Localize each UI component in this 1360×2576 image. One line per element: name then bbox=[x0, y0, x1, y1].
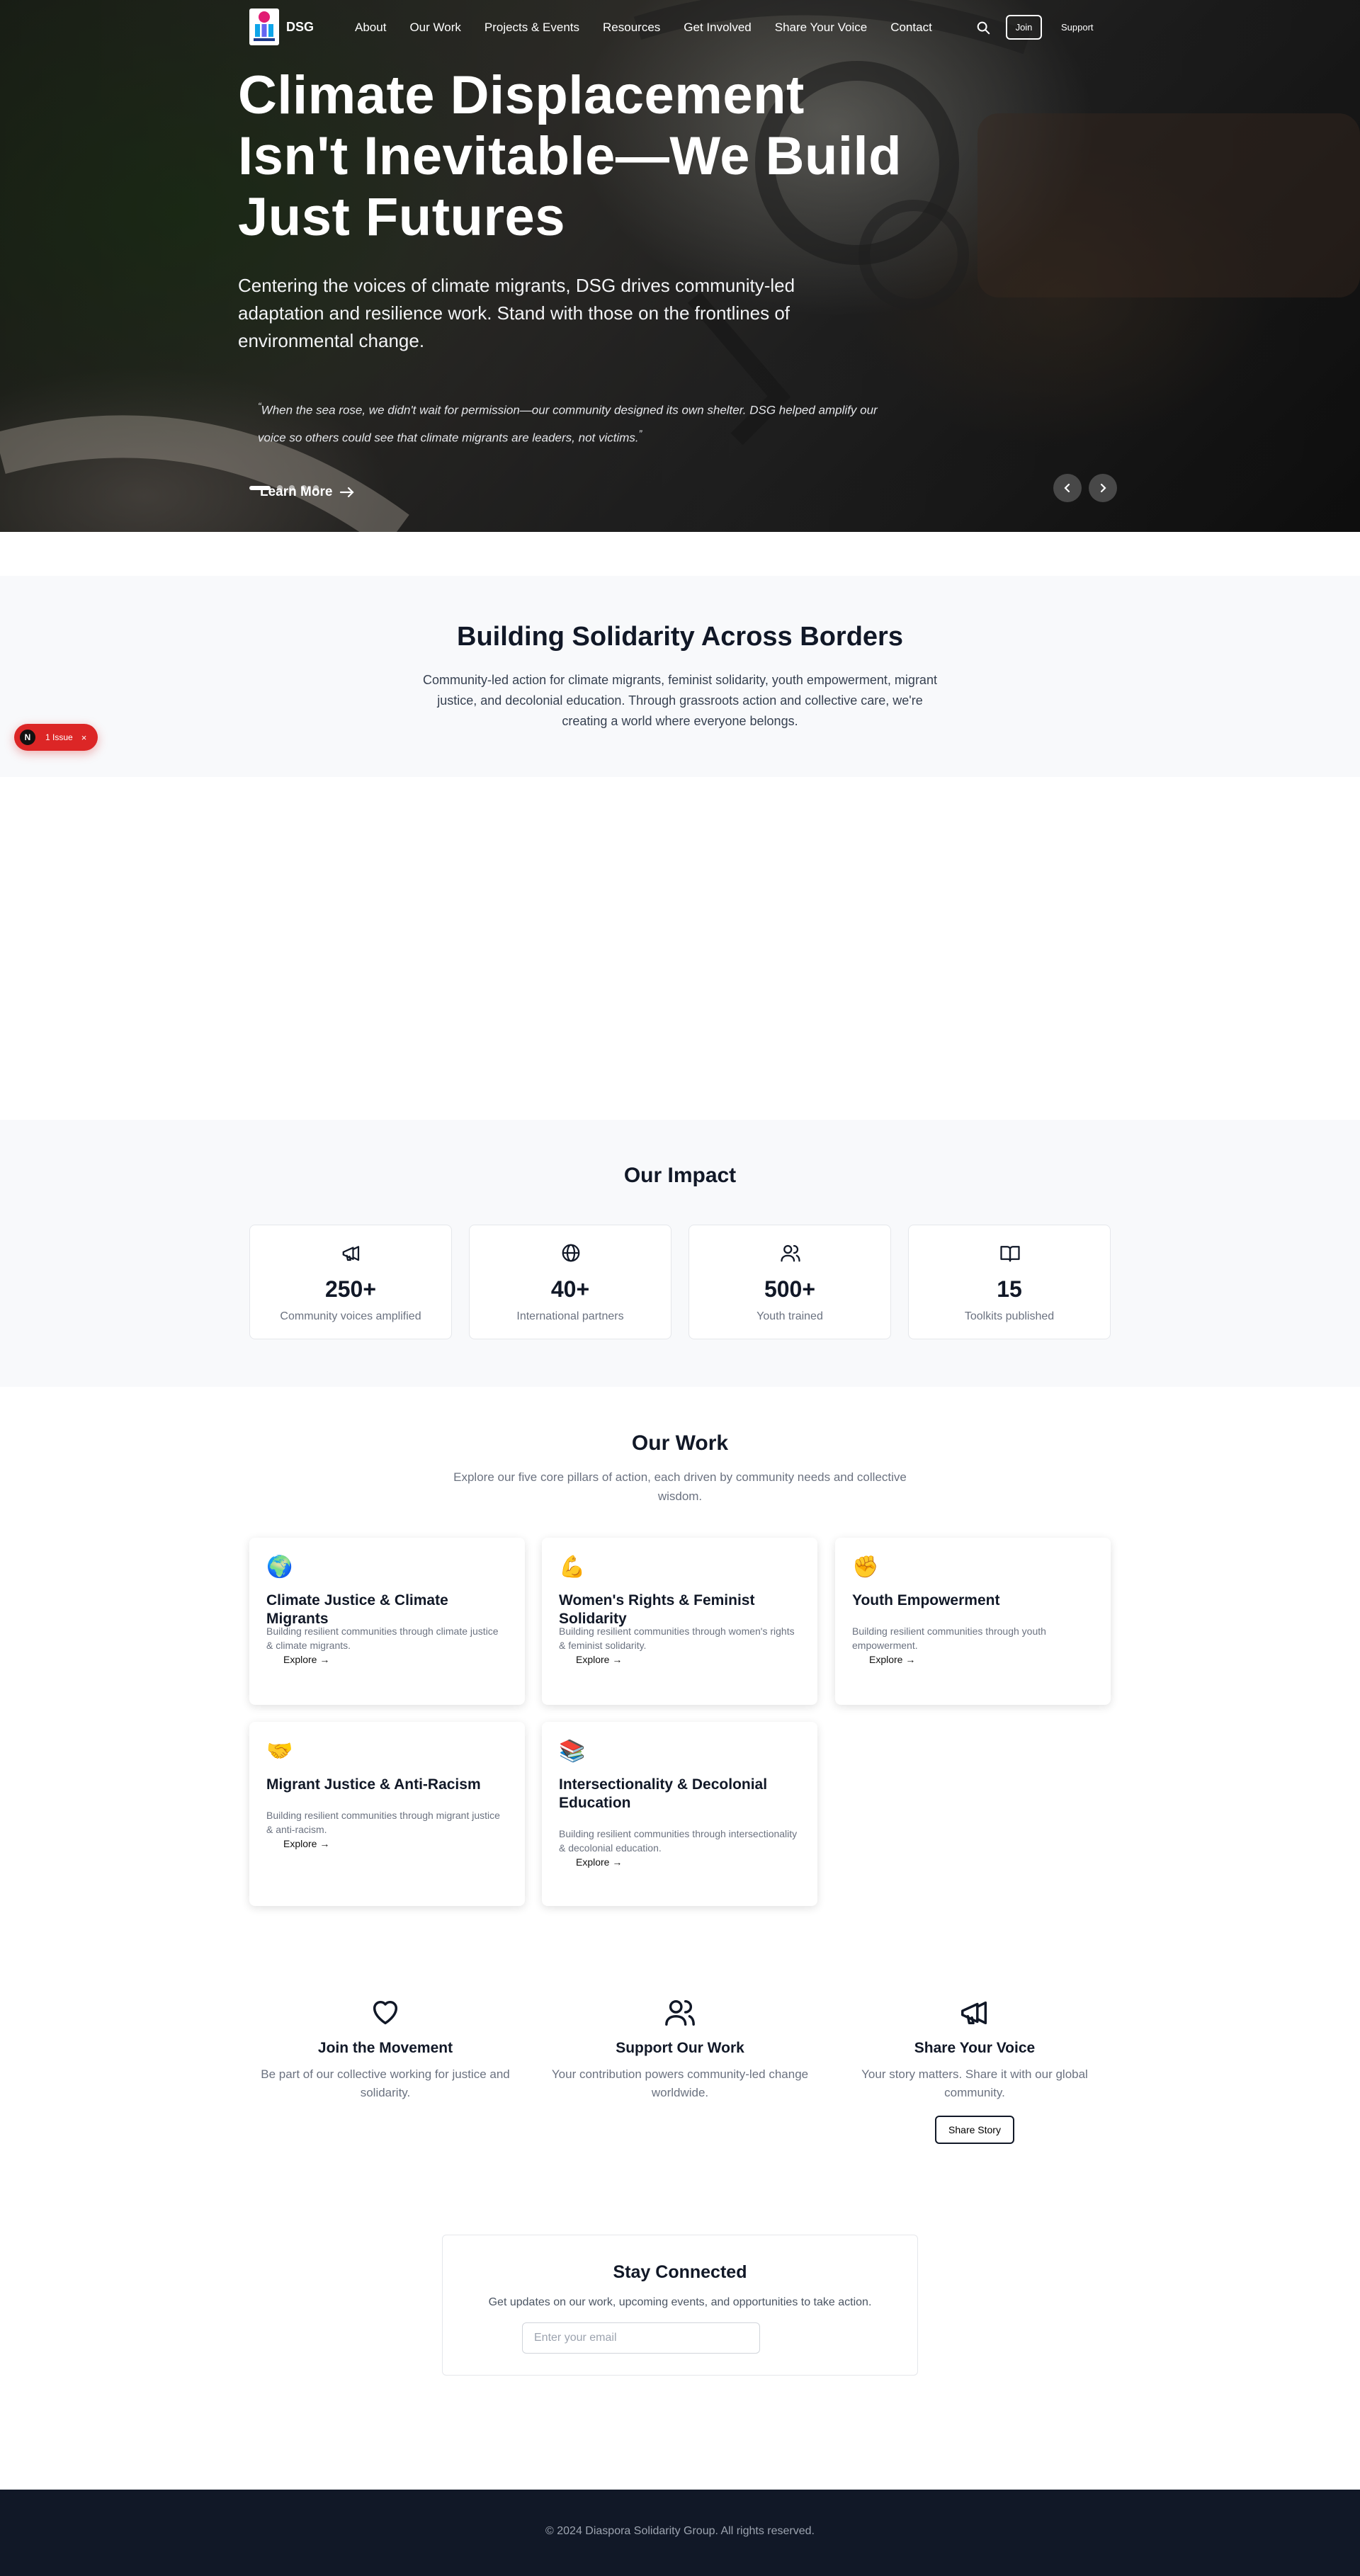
newsletter-section: Stay Connected Get updates on our work, … bbox=[442, 2235, 918, 2376]
hero-section: DSG About Our Work Projects & Events Res… bbox=[0, 0, 1360, 532]
cta-text: Your contribution powers community-led c… bbox=[551, 2067, 809, 2099]
solidarity-title: Building Solidarity Across Borders bbox=[457, 622, 903, 652]
carousel-prev-button[interactable] bbox=[1053, 474, 1082, 502]
solidarity-section: Building Solidarity Across Borders Commu… bbox=[0, 576, 1360, 777]
stat-label: Toolkits published bbox=[964, 1310, 1055, 1322]
cta-join-movement: Join the Movement Be part of our collect… bbox=[252, 1996, 518, 2102]
cta-text: Your story matters. Share it with our gl… bbox=[861, 2067, 1088, 2099]
newsletter-text: Get updates on our work, upcoming events… bbox=[488, 2296, 872, 2308]
nav-link-about[interactable]: About bbox=[355, 21, 386, 35]
arrow-right-icon bbox=[340, 487, 354, 498]
work-card-desc: Building resilient communities through i… bbox=[559, 1828, 798, 1854]
hero-subtitle: Centering the voices of climate migrants… bbox=[238, 275, 795, 351]
work-card-climate-justice[interactable]: 🌍 Climate Justice & Climate Migrants Bui… bbox=[249, 1538, 525, 1705]
nav-link-our-work[interactable]: Our Work bbox=[409, 21, 460, 35]
work-title: Our Work bbox=[631, 1431, 729, 1455]
work-card-title: Climate Justice & Climate Migrants bbox=[266, 1592, 448, 1627]
handshake-emoji-icon: 🤝 bbox=[266, 1740, 293, 1763]
impact-title: Our Impact bbox=[623, 1164, 737, 1187]
users-icon bbox=[665, 1999, 695, 2026]
stat-card: 15 Toolkits published bbox=[908, 1225, 1111, 1339]
stat-label: Youth trained bbox=[756, 1310, 823, 1322]
cta-text: Be part of our collective working for ju… bbox=[261, 2067, 510, 2099]
stat-value: 250+ bbox=[324, 1276, 377, 1302]
hero-quote-text: When the sea rose, we didn't wait for pe… bbox=[258, 403, 878, 445]
work-card-title: Women's Rights & Feminist Solidarity bbox=[559, 1592, 755, 1627]
search-icon[interactable] bbox=[975, 20, 991, 35]
share-story-button[interactable]: Share Story bbox=[935, 2116, 1014, 2144]
cta-title: Support Our Work bbox=[616, 2040, 744, 2056]
chevron-left-icon bbox=[1064, 483, 1070, 493]
explore-link[interactable]: Explore → bbox=[283, 1838, 329, 1849]
impact-section: Our Impact 250+ Community voices amplifi… bbox=[0, 1120, 1360, 1387]
hero-title: Climate Displacement Isn't Inevitable—We… bbox=[238, 65, 902, 247]
support-button[interactable]: Support bbox=[1053, 15, 1102, 40]
nav-link-projects-events[interactable]: Projects & Events bbox=[484, 21, 579, 35]
book-open-icon bbox=[1000, 1246, 1020, 1262]
learn-more-link[interactable]: Learn More bbox=[260, 484, 355, 500]
work-subtitle: Explore our five core pillars of action,… bbox=[453, 1470, 907, 1503]
work-card-title: Youth Empowerment bbox=[852, 1592, 1000, 1608]
logo-emblem bbox=[249, 8, 279, 45]
stat-label: International partners bbox=[516, 1310, 624, 1322]
work-card-desc: Building resilient communities through w… bbox=[559, 1625, 795, 1651]
issue-badge[interactable]: N 1 Issue × bbox=[14, 724, 98, 751]
solidarity-text: Community-led action for climate migrant… bbox=[423, 673, 937, 728]
globe-emoji-icon: 🌍 bbox=[266, 1555, 293, 1579]
brand-logo[interactable]: DSG bbox=[249, 8, 314, 45]
close-quote-mark: ” bbox=[638, 427, 642, 439]
globe-icon bbox=[562, 1244, 580, 1262]
email-input[interactable] bbox=[522, 2322, 760, 2354]
copyright-text: © 2024 Diaspora Solidarity Group. All ri… bbox=[545, 2525, 815, 2537]
nav-link-get-involved[interactable]: Get Involved bbox=[684, 21, 751, 35]
issue-count-label: 1 Issue bbox=[45, 732, 73, 742]
users-icon bbox=[781, 1244, 800, 1262]
work-card-desc: Building resilient communities through c… bbox=[266, 1625, 499, 1651]
heart-icon bbox=[373, 2000, 398, 2025]
cta-share-voice: Share Your Voice Your story matters. Sha… bbox=[842, 1996, 1108, 2102]
explore-link[interactable]: Explore → bbox=[576, 1654, 622, 1665]
newsletter-title: Stay Connected bbox=[613, 2262, 747, 2282]
issue-avatar: N bbox=[18, 728, 37, 747]
stat-value: 40+ bbox=[550, 1276, 590, 1302]
work-card-decolonial-education[interactable]: 📚 Intersectionality & Decolonial Educati… bbox=[542, 1722, 817, 1906]
nav-link-contact[interactable]: Contact bbox=[890, 21, 932, 35]
top-navigation: DSG About Our Work Projects & Events Res… bbox=[0, 0, 1360, 57]
cta-title: Join the Movement bbox=[317, 2040, 453, 2056]
work-card-title: Intersectionality & Decolonial Education bbox=[559, 1776, 768, 1811]
brand-name: DSG bbox=[286, 19, 314, 34]
learn-more-label: Learn More bbox=[260, 484, 333, 499]
stat-value: 500+ bbox=[764, 1276, 816, 1302]
books-emoji-icon: 📚 bbox=[559, 1740, 586, 1763]
footer: © 2024 Diaspora Solidarity Group. All ri… bbox=[0, 2490, 1360, 2576]
cta-title: Share Your Voice bbox=[914, 2040, 1036, 2056]
stat-card: 40+ International partners bbox=[469, 1225, 672, 1339]
work-card-migrant-justice[interactable]: 🤝 Migrant Justice & Anti-Racism Building… bbox=[249, 1722, 525, 1906]
stat-value: 15 bbox=[997, 1276, 1022, 1302]
explore-link[interactable]: Explore → bbox=[869, 1654, 915, 1665]
join-button[interactable]: Join bbox=[1006, 15, 1042, 40]
close-icon[interactable]: × bbox=[81, 732, 87, 743]
flexed-biceps-emoji-icon: 💪 bbox=[559, 1555, 586, 1579]
work-card-desc: Building resilient communities through y… bbox=[852, 1625, 1046, 1651]
stat-card: 500+ Youth trained bbox=[688, 1225, 891, 1339]
nav-links: About Our Work Projects & Events Resourc… bbox=[355, 21, 956, 35]
megaphone-icon bbox=[342, 1246, 360, 1261]
work-card-title: Migrant Justice & Anti-Racism bbox=[266, 1776, 481, 1793]
hero-quote: “When the sea rose, we didn't wait for p… bbox=[258, 395, 881, 449]
work-card-womens-rights[interactable]: 💪 Women's Rights & Feminist Solidarity B… bbox=[542, 1538, 817, 1705]
work-card-desc: Building resilient communities through m… bbox=[266, 1810, 500, 1835]
stat-card: 250+ Community voices amplified bbox=[249, 1225, 452, 1339]
raised-fist-emoji-icon: ✊ bbox=[852, 1555, 879, 1579]
megaphone-icon bbox=[961, 2001, 987, 2025]
chevron-right-icon bbox=[1100, 483, 1106, 493]
carousel-next-button[interactable] bbox=[1089, 474, 1117, 502]
explore-link[interactable]: Explore → bbox=[283, 1654, 329, 1665]
explore-link[interactable]: Explore → bbox=[576, 1856, 622, 1868]
stat-label: Community voices amplified bbox=[280, 1310, 421, 1322]
nav-link-resources[interactable]: Resources bbox=[603, 21, 660, 35]
work-card-youth-empowerment[interactable]: ✊ Youth Empowerment Building resilient c… bbox=[835, 1538, 1111, 1705]
cta-support-work: Support Our Work Your contribution power… bbox=[547, 1996, 813, 2102]
nav-link-share-your-voice[interactable]: Share Your Voice bbox=[775, 21, 867, 35]
